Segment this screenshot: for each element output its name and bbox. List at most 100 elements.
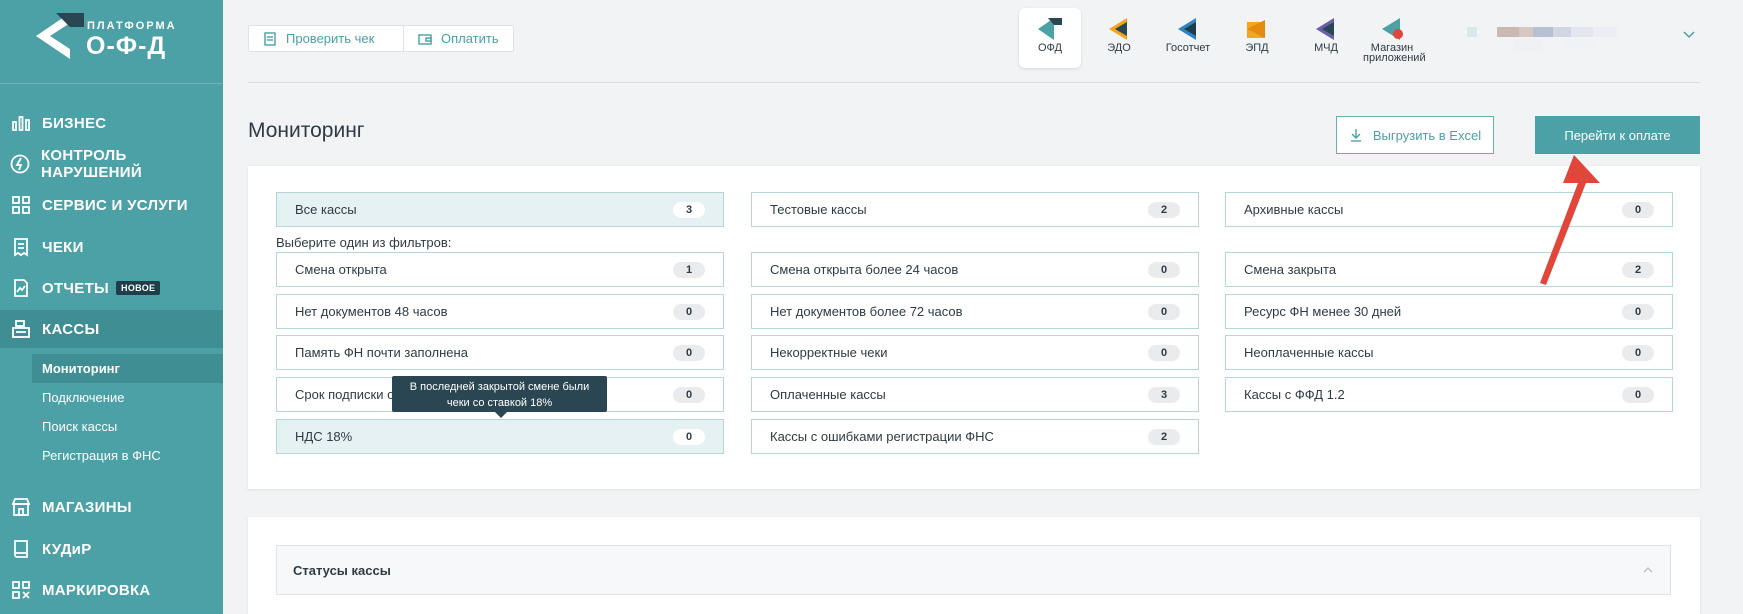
register-status-accordion[interactable]: Статусы кассы (276, 545, 1671, 595)
app-edo[interactable]: ЭДО (1088, 8, 1150, 68)
sidebar-item-violations[interactable]: КОНТРОЛЬ НАРУШЕНИЙ (0, 145, 223, 183)
go-to-payment-button[interactable]: Перейти к оплате (1535, 116, 1700, 154)
sidebar-item-label: КАССЫ (42, 320, 100, 338)
app-store-icon (1382, 18, 1403, 40)
pay-top-label: Оплатить (441, 31, 499, 46)
filter-paid-registers[interactable]: Оплаченные кассы 3 (751, 377, 1199, 412)
app-store[interactable]: Магазин приложений (1363, 8, 1426, 68)
filter-vat-18[interactable]: НДС 18% 0 (276, 419, 724, 454)
logo[interactable]: ПЛАТФОРМА О-Ф-Д (0, 0, 223, 84)
sidebar-item-stores[interactable]: МАГАЗИНЫ (0, 488, 223, 526)
filter-label: Кассы с ошибками регистрации ФНС (770, 429, 994, 444)
app-epd[interactable]: ЭПД (1226, 8, 1288, 68)
sidebar-item-services[interactable]: СЕРВИС И УСЛУГИ (0, 186, 223, 224)
sidebar-item-label: МАРКИРОВКА (42, 581, 151, 599)
app-label: ЭПД (1245, 42, 1269, 54)
filter-count: 0 (1622, 386, 1654, 403)
filter-label: Память ФН почти заполнена (295, 345, 468, 360)
filter-count: 2 (1622, 261, 1654, 278)
tooltip-line: чеки со ставкой 18% (446, 397, 553, 409)
logo-big-text: О-Ф-Д (86, 32, 167, 60)
filter-label: Смена открыта более 24 часов (770, 262, 959, 277)
filter-fn-resource-30d[interactable]: Ресурс ФН менее 30 дней 0 (1225, 294, 1673, 329)
filter-label: Некорректные чеки (770, 345, 888, 360)
sidebar-item-marking[interactable]: МАРКИРОВКА (0, 571, 223, 609)
app-label: МЧД (1314, 42, 1338, 54)
annotation-arrow-icon (1540, 155, 1600, 285)
sidebar-item-label: КОНТРОЛЬ НАРУШЕНИЙ (40, 147, 142, 181)
subitem-monitoring[interactable]: Мониторинг (42, 361, 120, 376)
filter-archived-registers[interactable]: Архивные кассы 0 (1225, 192, 1673, 227)
tooltip-line: В последней закрытой смене были (409, 381, 590, 393)
sidebar-item-business[interactable]: БИЗНЕС (0, 104, 223, 142)
qr-code-icon (10, 579, 32, 601)
filter-shift-closed[interactable]: Смена закрыта 2 (1225, 252, 1673, 287)
filter-label: Неоплаченные кассы (1244, 345, 1374, 360)
filter-label: Срок подписки о (295, 387, 395, 402)
filter-ffd-1-2[interactable]: Кассы с ФФД 1.2 0 (1225, 377, 1673, 412)
filter-fn-memory-full[interactable]: Память ФН почти заполнена 0 (276, 335, 724, 370)
sidebar-item-label: КУДиР (42, 540, 92, 558)
filter-no-docs-48h[interactable]: Нет документов 48 часов 0 (276, 294, 724, 329)
sidebar-item-kudir[interactable]: КУДиР (0, 530, 223, 568)
filter-label: Нет документов 48 часов (295, 304, 448, 319)
app-label: ЭДО (1107, 42, 1131, 54)
check-receipt-button[interactable]: Проверить чек (248, 25, 404, 52)
filter-shift-open-24h[interactable]: Смена открыта более 24 часов 0 (751, 252, 1199, 287)
sidebar-item-label: ОТЧЕТЫ (42, 279, 110, 297)
filter-label: Тестовые кассы (770, 202, 867, 217)
filter-count: 3 (673, 201, 705, 218)
app-mchd[interactable]: МЧД (1295, 8, 1357, 68)
sidebar-item-cash-registers[interactable]: КАССЫ (0, 310, 223, 348)
filter-unpaid-registers[interactable]: Неоплаченные кассы 0 (1225, 335, 1673, 370)
sidebar-item-label: БИЗНЕС (42, 114, 107, 132)
report-icon (10, 277, 32, 299)
app-label: Госотчет (1165, 42, 1211, 54)
sidebar-item-receipts[interactable]: ЧЕКИ (0, 228, 223, 266)
filter-label: Все кассы (295, 202, 357, 217)
gosotchet-app-icon (1178, 18, 1196, 40)
filter-test-registers[interactable]: Тестовые кассы 2 (751, 192, 1199, 227)
filter-shift-open[interactable]: Смена открыта 1 (276, 252, 724, 287)
chevron-down-icon[interactable] (1682, 27, 1696, 41)
filter-count: 0 (673, 344, 705, 361)
app-label: Магазин приложений (1363, 42, 1426, 64)
filter-count: 0 (1148, 303, 1180, 320)
filter-fns-registration-errors[interactable]: Кассы с ошибками регистрации ФНС 2 (751, 419, 1199, 454)
header-divider (248, 82, 1700, 83)
epd-app-icon (1247, 20, 1265, 38)
filter-incorrect-receipts[interactable]: Некорректные чеки 0 (751, 335, 1199, 370)
filter-count: 2 (1148, 201, 1180, 218)
filter-count: 0 (1622, 303, 1654, 320)
logo-mark-icon (36, 13, 84, 59)
page-title: Мониторинг (248, 119, 365, 142)
filter-label: Смена открыта (295, 262, 387, 277)
new-badge: НОВОЕ (116, 281, 161, 295)
filter-label: Смена закрыта (1244, 262, 1337, 277)
mchd-app-icon (1316, 18, 1334, 40)
filter-label: Нет документов более 72 часов (770, 304, 963, 319)
user-account-blurred[interactable] (1465, 23, 1625, 57)
status-title: Статусы кассы (293, 562, 391, 578)
sidebar-item-reports[interactable]: ОТЧЕТЫ НОВОЕ (0, 269, 223, 307)
filter-label: Архивные кассы (1244, 202, 1344, 217)
sidebar-item-label: МАГАЗИНЫ (42, 498, 132, 516)
filter-no-docs-72h[interactable]: Нет документов более 72 часов 0 (751, 294, 1199, 329)
store-icon (10, 496, 32, 518)
filter-all-registers[interactable]: Все кассы 3 (276, 192, 724, 227)
app-ofd[interactable]: ОФД (1019, 8, 1081, 68)
edo-app-icon (1109, 18, 1127, 40)
subitem-connection[interactable]: Подключение (42, 390, 124, 405)
export-excel-button[interactable]: Выгрузить в Excel (1336, 116, 1494, 154)
ofd-app-icon (1038, 18, 1062, 40)
filter-count: 3 (1148, 386, 1180, 403)
grid-icon (10, 194, 32, 216)
subitem-search-register[interactable]: Поиск кассы (42, 419, 117, 434)
app-gosotchet[interactable]: Госотчет (1157, 8, 1219, 68)
bar-chart-icon (10, 112, 32, 134)
subitem-fns-registration[interactable]: Регистрация в ФНС (42, 448, 161, 463)
chevron-up-icon (1643, 567, 1653, 573)
pay-top-button[interactable]: Оплатить (403, 25, 514, 52)
cash-register-icon (10, 318, 32, 340)
export-excel-label: Выгрузить в Excel (1372, 127, 1482, 143)
